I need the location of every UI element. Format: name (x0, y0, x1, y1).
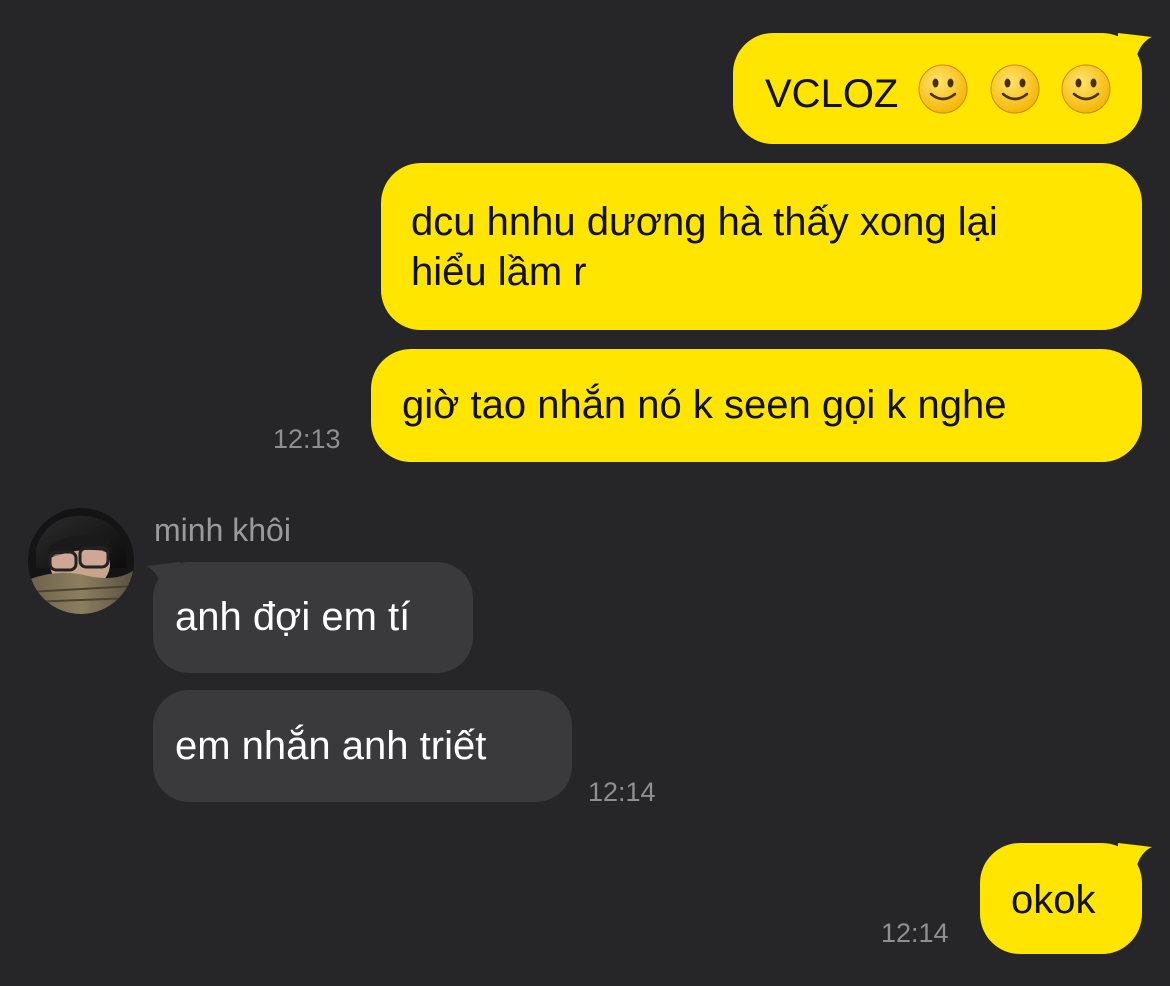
message-timestamp: 12:14 (588, 777, 656, 807)
message-timestamp: 12:14 (881, 918, 949, 948)
slightly-smiling-face-icon (990, 64, 1040, 114)
message-text-line: hiểu lầm r (411, 250, 587, 294)
message-text: VCLOZ (765, 72, 899, 116)
message-timestamp: 12:13 (273, 424, 341, 454)
received-message-bubble[interactable]: em nhắn anh triết (153, 690, 572, 802)
message-text-line: dcu hnhu dương hà thấy xong lại (411, 200, 998, 244)
message-text: okok (1011, 878, 1096, 922)
bubble-tail (1118, 33, 1152, 67)
sent-message-bubble[interactable]: VCLOZ (733, 33, 1142, 144)
avatar-photo (28, 508, 134, 614)
sent-message-bubble[interactable]: giờ tao nhắn nó k seen gọi k nghe (371, 349, 1142, 462)
message-text: anh đợi em tí (175, 595, 411, 639)
avatar[interactable] (28, 508, 134, 614)
emoji-group (909, 63, 1111, 119)
slightly-smiling-face-icon (1061, 64, 1111, 114)
slightly-smiling-face-icon (918, 64, 968, 114)
message-text: giờ tao nhắn nó k seen gọi k nghe (402, 383, 1007, 427)
sent-message-bubble[interactable]: dcu hnhu dương hà thấy xong lại hiểu lầm… (381, 163, 1142, 330)
received-message-bubble[interactable]: anh đợi em tí (153, 562, 473, 673)
sender-name: minh khôi (154, 512, 291, 548)
bubble-tail (1118, 843, 1152, 877)
message-text: em nhắn anh triết (175, 724, 487, 768)
